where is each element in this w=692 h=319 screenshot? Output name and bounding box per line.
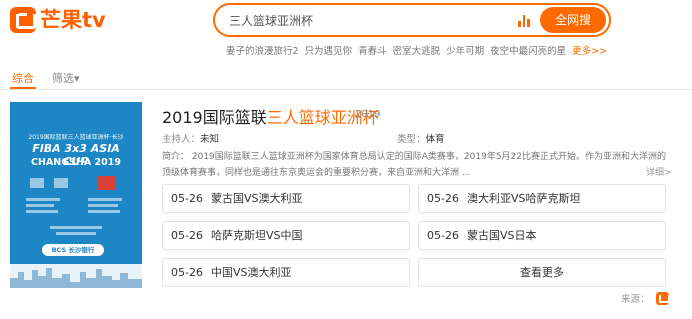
- host-value: 未知: [200, 134, 220, 145]
- episode-date: 05-26: [427, 192, 459, 205]
- hot-search-link[interactable]: 少年可期: [446, 43, 484, 57]
- poster-text-line: [50, 226, 102, 229]
- type-value: 体育: [425, 134, 445, 145]
- episode-name: 澳大利亚VS哈萨克斯坦: [466, 192, 581, 205]
- hot-search-link[interactable]: 青春斗: [358, 43, 387, 57]
- voice-bars-icon[interactable]: [518, 15, 530, 27]
- poster-text-line: [26, 204, 54, 207]
- mango-logo-icon: [10, 7, 36, 33]
- episode-button[interactable]: 05-26 中国VS澳大利亚: [162, 258, 410, 287]
- poster-text-line: [88, 210, 120, 213]
- mango-source-icon[interactable]: [655, 291, 670, 305]
- type-info: 类型：体育: [397, 131, 445, 145]
- logo-text: 芒果tv: [40, 8, 106, 32]
- poster-line-3: CHANGSHA 2019: [31, 157, 121, 168]
- episode-date: 05-26: [171, 192, 203, 205]
- search-input[interactable]: [229, 5, 499, 35]
- episode-name: 中国VS澳大利亚: [210, 266, 292, 279]
- episode-name: 蒙古国VS日本: [466, 229, 537, 242]
- poster-line-1: 2019国际篮联三人篮球亚洲杯·长沙: [28, 134, 124, 141]
- divider: [0, 89, 692, 90]
- filter-bar: 综合 筛选▾: [12, 70, 80, 86]
- episode-button[interactable]: 05-26 哈萨克斯坦VS中国: [162, 221, 410, 250]
- episode-button[interactable]: 05-26 蒙古国VS澳大利亚: [162, 184, 410, 213]
- result-poster[interactable]: 2019国际篮联三人篮球亚洲杯·长沙 FIBA 3x3 ASIA CUP CHA…: [10, 102, 142, 288]
- result-intro: 简介： 2019国际篮联三人篮球亚洲杯为国家体育总局认定的国际A类赛事，2019…: [162, 152, 667, 178]
- poster-emblem: [54, 178, 68, 188]
- episode-name: 哈萨克斯坦VS中国: [210, 229, 303, 242]
- type-label: 类型：: [397, 134, 426, 145]
- view-more-button[interactable]: 查看更多: [418, 258, 666, 287]
- tab-all[interactable]: 综合: [12, 70, 34, 86]
- hot-search-link[interactable]: 密室大逃脱: [393, 43, 441, 57]
- poster-emblem: [98, 176, 116, 190]
- poster-text-line: [88, 198, 122, 201]
- hot-searches: 妻子的浪漫旅行2 只为遇见你 青春斗 密室大逃脱 少年可期 夜空中最闪亮的星 更…: [226, 43, 607, 57]
- hot-search-link[interactable]: 夜空中最闪亮的星: [490, 43, 566, 57]
- detail-link[interactable]: 详细>: [646, 165, 672, 178]
- search-box: 全网搜: [213, 3, 611, 37]
- poster-text-line: [26, 198, 60, 201]
- filter-dropdown[interactable]: 筛选▾: [52, 70, 80, 86]
- active-tab-underline: [10, 87, 36, 89]
- episode-date: 05-26: [427, 229, 459, 242]
- title-prefix: 2019国际篮联: [162, 108, 267, 127]
- poster-text-line: [88, 204, 118, 207]
- search-all-button[interactable]: 全网搜: [540, 7, 606, 33]
- hot-more-link[interactable]: 更多>>: [572, 43, 607, 57]
- poster-text-line: [56, 232, 96, 235]
- episode-date: 05-26: [171, 229, 203, 242]
- source-label: 来源：: [621, 294, 650, 305]
- episode-button[interactable]: 05-26 澳大利亚VS哈萨克斯坦: [418, 184, 666, 213]
- poster-sponsor-logo: BCS 长沙银行: [42, 244, 104, 256]
- result-year: 2019: [355, 109, 381, 120]
- episode-date: 05-26: [171, 266, 203, 279]
- hot-search-link[interactable]: 只为遇见你: [305, 43, 353, 57]
- mango-tv-logo[interactable]: 芒果tv: [10, 6, 106, 34]
- host-label: 主持人：: [162, 134, 201, 145]
- poster-skyline-image: [10, 264, 142, 288]
- poster-text-line: [26, 210, 58, 213]
- result-title[interactable]: 2019国际篮联三人篮球亚洲杯: [162, 104, 379, 128]
- host-info: 主持人：未知: [162, 131, 219, 145]
- hot-search-link[interactable]: 妻子的浪漫旅行2: [226, 43, 299, 57]
- poster-emblem: [30, 178, 44, 188]
- source-info: 来源：: [621, 291, 670, 305]
- episode-button[interactable]: 05-26 蒙古国VS日本: [418, 221, 666, 250]
- episode-name: 蒙古国VS澳大利亚: [210, 192, 303, 205]
